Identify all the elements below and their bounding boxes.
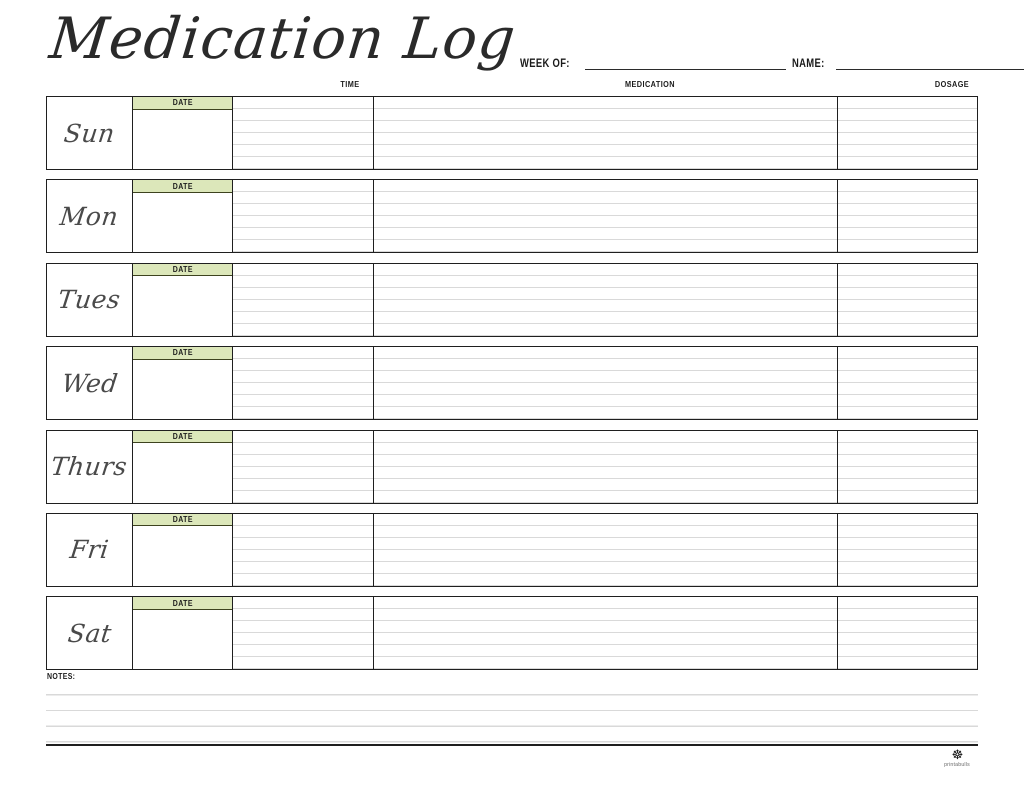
day-label-cell: Tues xyxy=(47,263,133,336)
table-row: Fri DATE xyxy=(46,512,978,587)
date-cell[interactable]: DATE xyxy=(133,180,233,253)
time-input[interactable] xyxy=(233,430,374,503)
dosage-input[interactable] xyxy=(838,180,977,253)
table-row: Wed DATE xyxy=(46,346,978,421)
date-cell[interactable]: DATE xyxy=(133,97,233,169)
time-input[interactable] xyxy=(233,513,374,586)
time-input[interactable] xyxy=(233,263,374,336)
medication-input[interactable] xyxy=(374,430,838,503)
day-label: Thurs xyxy=(49,452,130,482)
column-headers: TIME MEDICATION DOSAGE xyxy=(46,79,978,92)
brand-name: printabulls xyxy=(944,762,970,768)
date-cell[interactable]: DATE xyxy=(133,347,233,420)
notes-label: NOTES: xyxy=(47,672,78,681)
medication-input[interactable] xyxy=(374,597,838,670)
column-header-dosage: DOSAGE xyxy=(934,79,970,89)
day-label: Wed xyxy=(59,368,120,398)
dosage-input[interactable] xyxy=(838,513,977,586)
day-label: Tues xyxy=(56,285,123,315)
table-row: Sun DATE xyxy=(46,96,978,170)
date-band-label: DATE xyxy=(172,598,193,608)
column-header-time: TIME xyxy=(340,79,360,89)
dosage-input[interactable] xyxy=(838,597,977,670)
dosage-input[interactable] xyxy=(838,347,977,420)
day-label: Sun xyxy=(62,118,117,148)
table-row: Mon DATE xyxy=(46,179,978,254)
day-label: Fri xyxy=(68,535,111,565)
notes-input[interactable] xyxy=(46,680,978,744)
dosage-input[interactable] xyxy=(838,430,977,503)
dosage-input[interactable] xyxy=(838,97,977,169)
date-band-label: DATE xyxy=(172,98,193,108)
date-band: DATE xyxy=(133,263,232,277)
name-label: NAME: xyxy=(792,58,825,70)
date-band: DATE xyxy=(133,430,232,444)
date-cell[interactable]: DATE xyxy=(133,430,233,503)
dosage-input[interactable] xyxy=(838,263,977,336)
date-band: DATE xyxy=(133,597,232,610)
date-band-label: DATE xyxy=(172,515,193,525)
medication-input[interactable] xyxy=(374,180,838,253)
name-input[interactable] xyxy=(835,58,1024,70)
page-title: Medication Log xyxy=(46,6,520,72)
date-cell[interactable]: DATE xyxy=(133,597,233,670)
week-of-field[interactable]: WEEK OF: xyxy=(520,52,786,70)
date-band-label: DATE xyxy=(172,348,193,358)
day-rows-container: Sun DATE Mon DATE Tues DATE Wed DATE Thurs DATE Fr… xyxy=(46,96,978,680)
date-band: DATE xyxy=(133,180,232,193)
date-band: DATE xyxy=(133,97,232,110)
date-band: DATE xyxy=(133,513,232,527)
day-label-cell: Wed xyxy=(47,347,133,420)
time-input[interactable] xyxy=(233,97,374,169)
day-label: Sat xyxy=(65,618,114,648)
time-input[interactable] xyxy=(233,347,374,420)
day-label-cell: Thurs xyxy=(47,430,133,503)
time-input[interactable] xyxy=(233,180,374,253)
medication-input[interactable] xyxy=(374,513,838,586)
day-label-cell: Sat xyxy=(47,597,133,670)
date-cell[interactable]: DATE xyxy=(133,513,233,586)
medication-log-page: Medication Log WEEK OF: NAME: TIME MEDIC… xyxy=(0,0,1024,791)
table-row: Tues DATE xyxy=(46,262,978,337)
table-row: Sat DATE xyxy=(46,596,978,671)
medication-input[interactable] xyxy=(374,347,838,420)
date-band-label: DATE xyxy=(172,181,193,191)
table-row: Thurs DATE xyxy=(46,429,978,504)
week-of-input[interactable] xyxy=(584,58,786,70)
medication-input[interactable] xyxy=(374,263,838,336)
date-cell[interactable]: DATE xyxy=(133,263,233,336)
notes-section: NOTES: xyxy=(46,672,978,746)
day-label: Mon xyxy=(58,201,121,231)
medication-input[interactable] xyxy=(374,97,838,169)
day-label-cell: Mon xyxy=(47,180,133,253)
date-band: DATE xyxy=(133,347,232,360)
column-header-medication: MEDICATION xyxy=(625,79,675,89)
date-band-label: DATE xyxy=(172,431,193,441)
day-label-cell: Sun xyxy=(47,97,133,169)
time-input[interactable] xyxy=(233,597,374,670)
notes-bottom-rule xyxy=(46,744,978,746)
page-header: Medication Log WEEK OF: NAME: xyxy=(46,6,1024,72)
date-band-label: DATE xyxy=(172,265,193,275)
printabulls-icon: ☸ xyxy=(951,747,964,762)
day-label-cell: Fri xyxy=(47,513,133,586)
brand-logo: ☸ printabulls xyxy=(933,748,981,774)
name-field[interactable]: NAME: xyxy=(792,52,1024,70)
week-of-label: WEEK OF: xyxy=(520,58,570,70)
